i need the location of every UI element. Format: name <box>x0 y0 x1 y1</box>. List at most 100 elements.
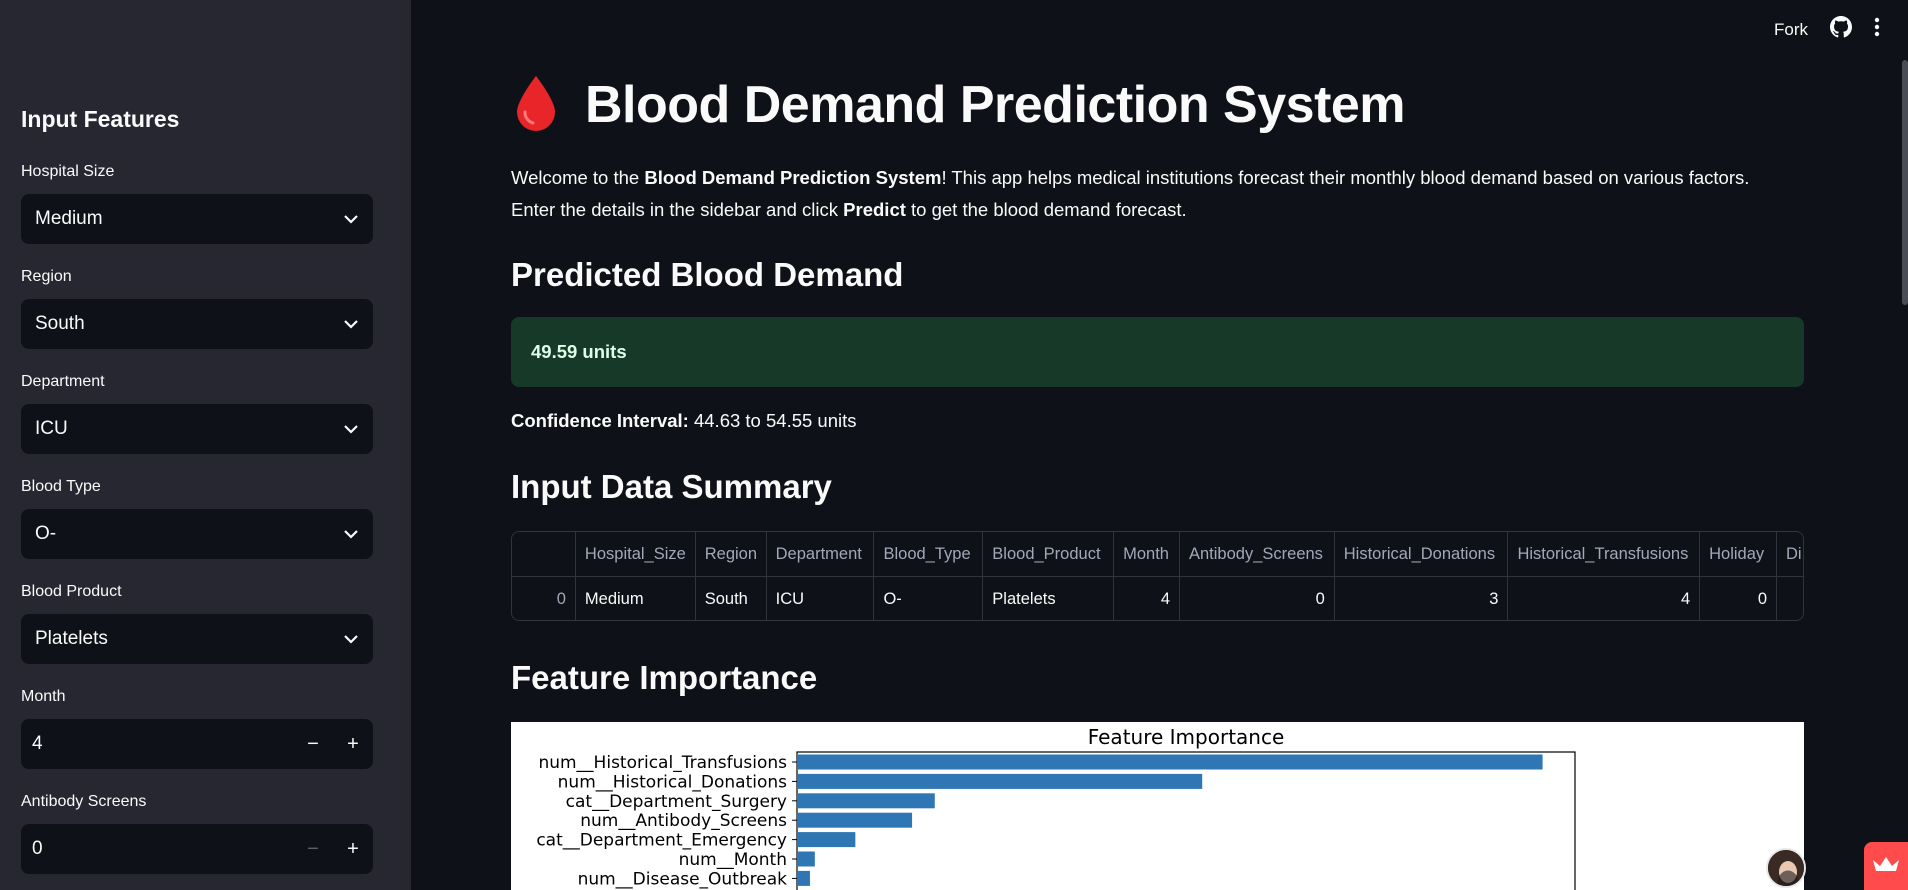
table-cell[interactable]: 4 <box>1114 577 1180 620</box>
prediction-value: 49.59 units <box>531 341 627 362</box>
welcome-text: Welcome to the Blood Demand Prediction S… <box>511 162 1811 226</box>
table-cell[interactable]: 4 <box>1508 577 1701 620</box>
antibody-screens-increment-button[interactable]: + <box>333 824 373 874</box>
chart-bar <box>797 793 935 809</box>
chart-bar <box>797 870 810 886</box>
month-input[interactable]: 4 <box>21 733 293 755</box>
column-header[interactable]: Historical_Donations <box>1335 532 1509 576</box>
column-header[interactable]: Antibody_Screens <box>1180 532 1335 576</box>
chart-bar <box>797 851 815 867</box>
confidence-interval: Confidence Interval: 44.63 to 54.55 unit… <box>511 410 857 432</box>
column-header[interactable] <box>512 532 576 576</box>
table-cell[interactable]: Medium <box>576 577 696 620</box>
scrollbar[interactable] <box>1902 60 1908 305</box>
department-label: Department <box>21 373 105 390</box>
chevron-down-icon <box>343 631 359 647</box>
hospital-size-label: Hospital Size <box>21 163 115 180</box>
ci-label: Confidence Interval: <box>511 410 689 431</box>
page-title-text: Blood Demand Prediction System <box>585 75 1406 134</box>
department-field: Department ICU <box>21 370 373 454</box>
hospital-size-select[interactable]: Medium <box>21 194 373 244</box>
month-field: Month 4 − + <box>21 685 373 769</box>
column-header[interactable]: Di <box>1777 532 1803 576</box>
table-row: 0 Medium South ICU O- Platelets 4 0 3 4 … <box>512 577 1803 620</box>
chart-category-label: cat__Department_Emergency <box>536 831 787 851</box>
prediction-result-box: 49.59 units <box>511 317 1804 387</box>
chart-bar <box>797 832 856 848</box>
blood-product-value: Platelets <box>35 628 108 649</box>
chart-bar <box>797 754 1543 770</box>
chart-title: Feature Importance <box>1088 725 1285 749</box>
welcome-app-name: Blood Demand Prediction System <box>644 167 942 188</box>
table-cell[interactable]: 3 <box>1335 577 1509 620</box>
github-icon[interactable] <box>1830 16 1852 43</box>
feature-importance-svg: Feature Importance num__Historical_Transf… <box>536 725 1576 890</box>
column-header[interactable]: Month <box>1114 532 1180 576</box>
streamlit-badge[interactable] <box>1864 842 1908 890</box>
app-root: Input Features Hospital Size Medium Regi… <box>0 0 1908 890</box>
chart-bar <box>797 773 1203 789</box>
table-cell[interactable] <box>1777 577 1803 620</box>
chevron-down-icon <box>343 316 359 332</box>
blood-type-select[interactable]: O- <box>21 509 373 559</box>
predicted-heading: Predicted Blood Demand <box>511 256 904 293</box>
chart-category-label: num__Disease_Outbreak <box>578 869 788 889</box>
column-header[interactable]: Blood_Type <box>874 532 984 576</box>
table-cell[interactable]: O- <box>874 577 984 620</box>
column-header[interactable]: Region <box>696 532 767 576</box>
blood-type-label: Blood Type <box>21 478 101 495</box>
column-header[interactable]: Historical_Transfusions <box>1508 532 1701 576</box>
ci-value: 44.63 to 54.55 units <box>688 410 857 431</box>
welcome-instruction-end: to get the blood demand forecast. <box>905 199 1187 220</box>
hospital-size-value: Medium <box>35 208 103 229</box>
hospital-size-field: Hospital Size Medium <box>21 160 373 244</box>
chart-category-label: cat__Department_Surgery <box>566 792 787 812</box>
month-increment-button[interactable]: + <box>333 719 373 769</box>
table-cell[interactable]: 0 <box>1180 577 1335 620</box>
input-summary-table[interactable]: Hospital_Size Region Department Blood_Ty… <box>511 531 1804 621</box>
table-cell[interactable]: 0 <box>1700 577 1778 620</box>
welcome-predict-word: Predict <box>843 199 906 220</box>
fork-button[interactable]: Fork <box>1774 20 1808 40</box>
blood-product-field: Blood Product Platelets <box>21 580 373 664</box>
month-stepper: 4 − + <box>21 719 373 769</box>
chart-category-label: num__Month <box>679 850 787 870</box>
month-label: Month <box>21 688 66 705</box>
table-cell[interactable]: 0 <box>512 577 576 620</box>
antibody-screens-input[interactable]: 0 <box>21 838 293 860</box>
table-cell[interactable]: South <box>696 577 767 620</box>
chart-category-label: num__Historical_Donations <box>558 772 787 792</box>
avatar[interactable] <box>1766 848 1806 888</box>
region-label: Region <box>21 268 72 285</box>
main-content: Fork Blood Demand Prediction System Welc… <box>411 0 1908 890</box>
crown-icon <box>1871 854 1901 879</box>
more-menu-icon[interactable] <box>1874 17 1880 42</box>
column-header[interactable]: Blood_Product <box>983 532 1115 576</box>
chart-category-label: num__Antibody_Screens <box>580 811 787 831</box>
top-toolbar: Fork <box>1774 16 1880 43</box>
chevron-down-icon <box>343 526 359 542</box>
month-decrement-button[interactable]: − <box>293 719 333 769</box>
sidebar-title: Input Features <box>21 106 180 132</box>
blood-product-select[interactable]: Platelets <box>21 614 373 664</box>
table-cell[interactable]: ICU <box>767 577 875 620</box>
chart-category-label: num__Historical_Transfusions <box>538 753 787 773</box>
welcome-intro: Welcome to the <box>511 167 645 188</box>
chart-bar <box>797 812 913 828</box>
table-cell[interactable]: Platelets <box>983 577 1115 620</box>
column-header[interactable]: Department <box>767 532 875 576</box>
blood-type-value: O- <box>35 523 57 544</box>
region-field: Region South <box>21 265 373 349</box>
blood-product-label: Blood Product <box>21 583 122 600</box>
table-header-row: Hospital_Size Region Department Blood_Ty… <box>512 532 1803 577</box>
department-select[interactable]: ICU <box>21 404 373 454</box>
welcome-instruction: Enter the details in the sidebar and cli… <box>511 199 844 220</box>
department-value: ICU <box>35 418 68 439</box>
summary-heading: Input Data Summary <box>511 468 832 505</box>
column-header[interactable]: Hospital_Size <box>576 532 696 576</box>
antibody-screens-stepper: 0 − + <box>21 824 373 874</box>
column-header[interactable]: Holiday <box>1700 532 1778 576</box>
antibody-screens-decrement-button[interactable]: − <box>293 824 333 874</box>
blood-drop-icon <box>511 72 561 137</box>
region-select[interactable]: South <box>21 299 373 349</box>
